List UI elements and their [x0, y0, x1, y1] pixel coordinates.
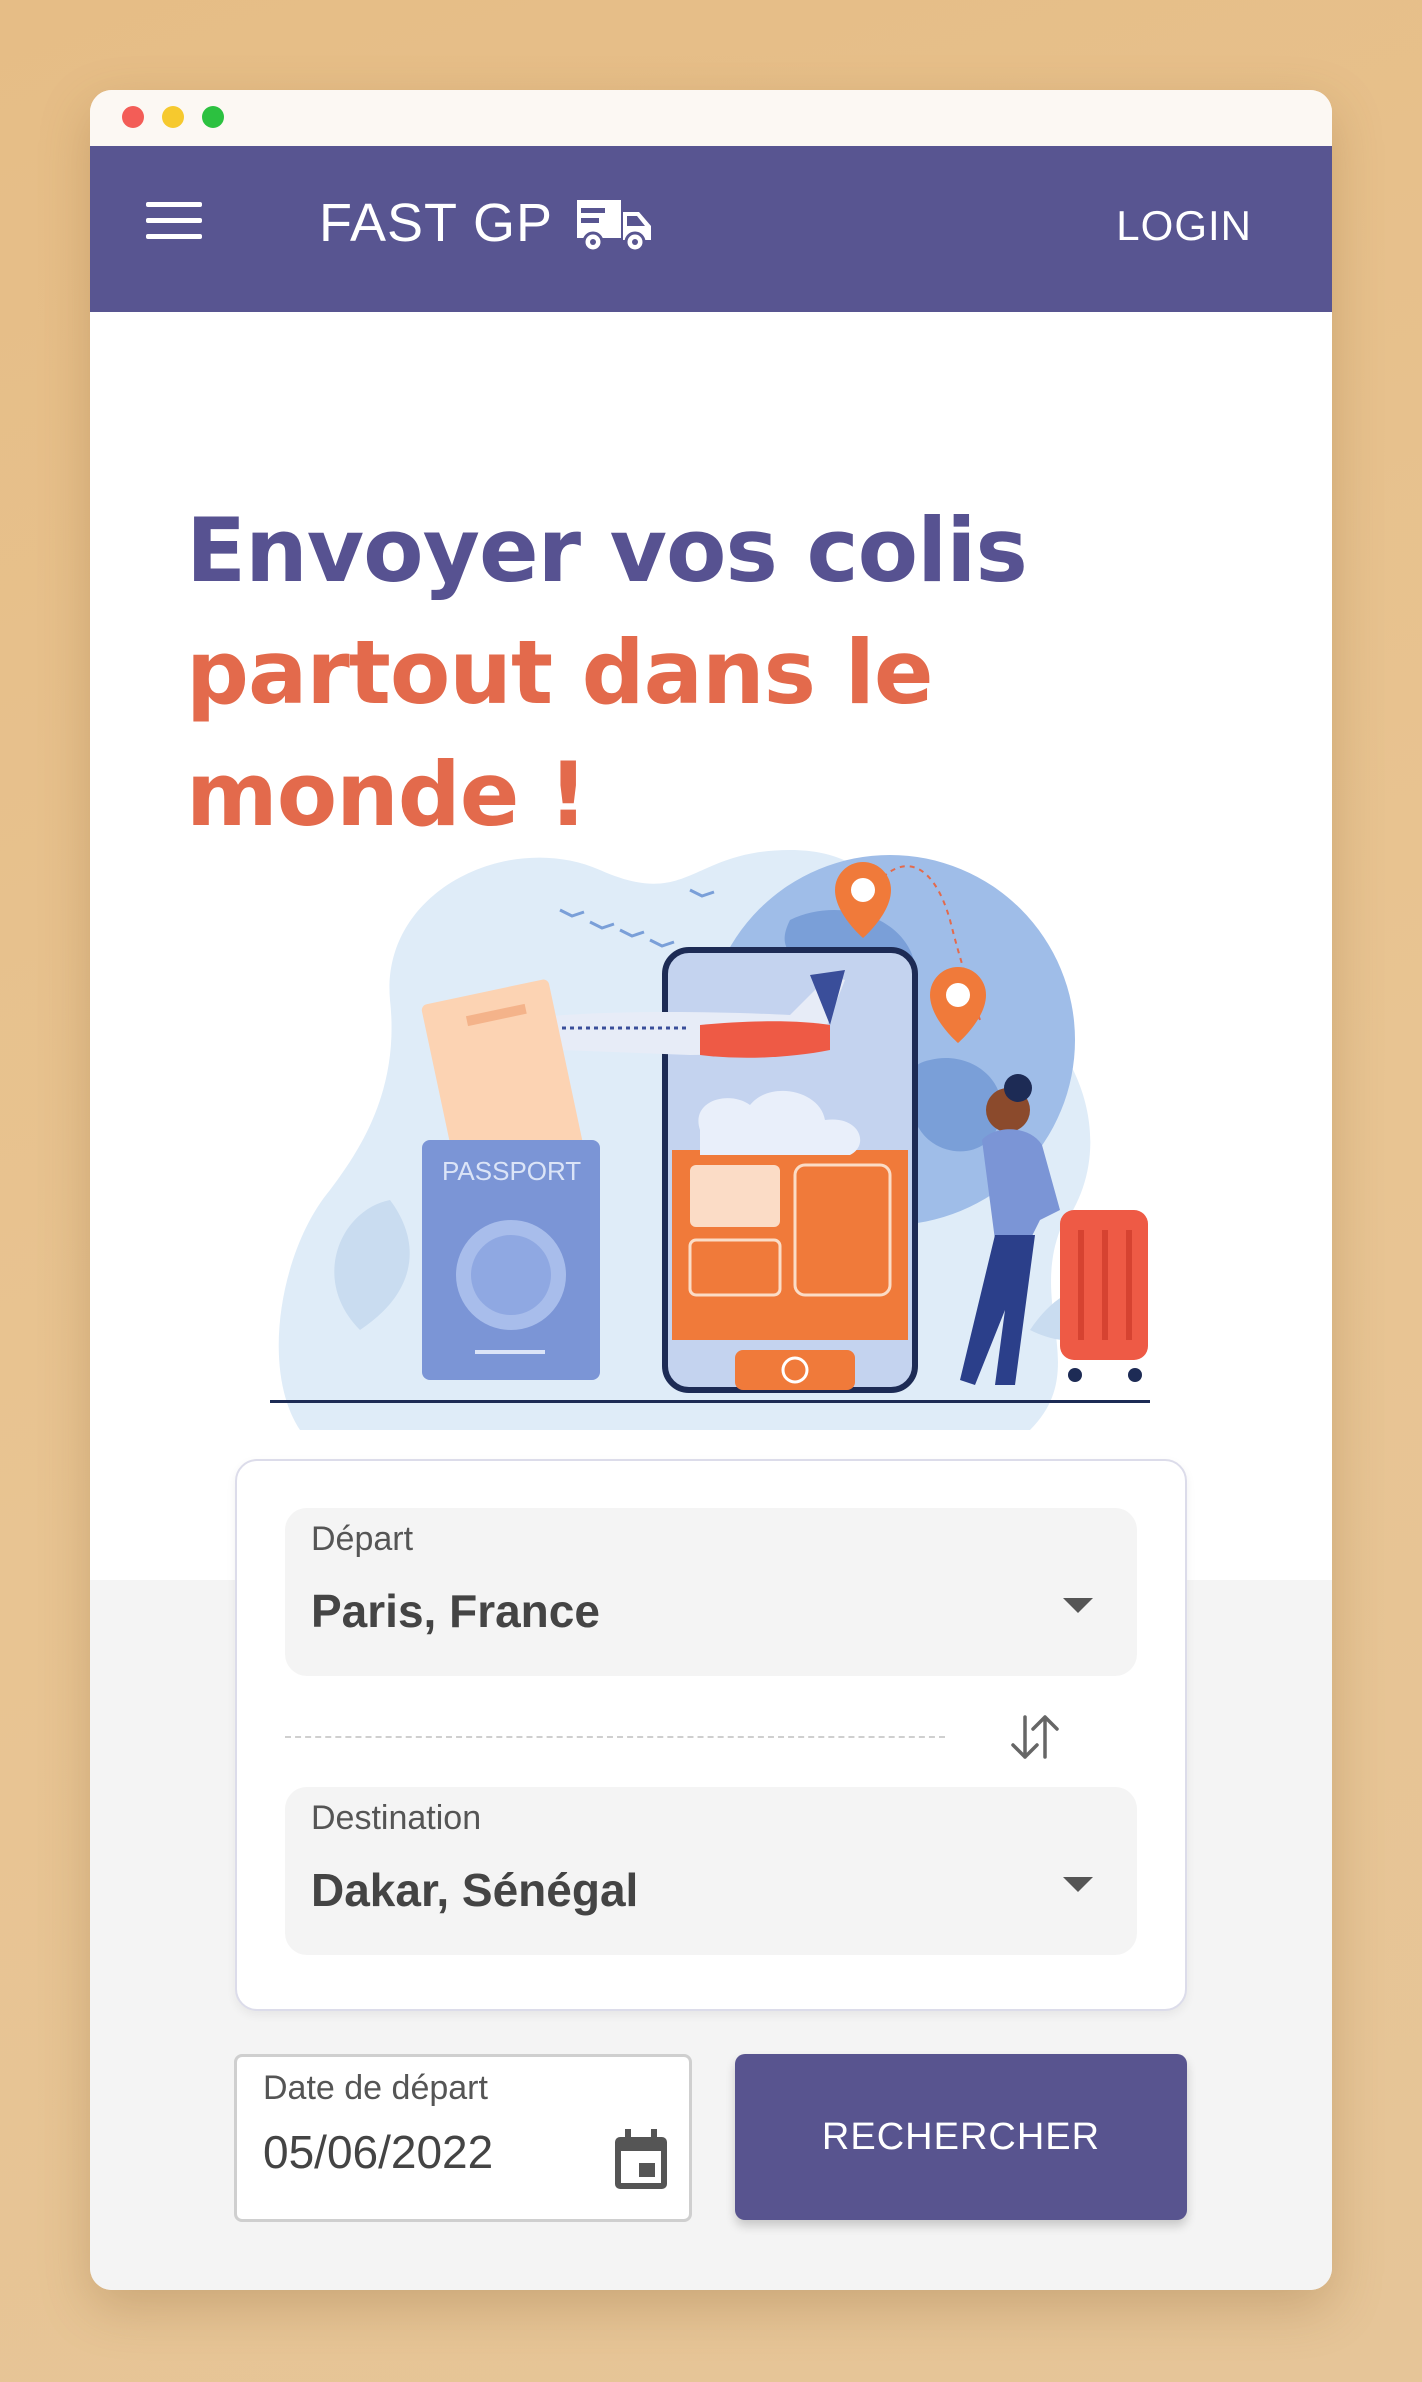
swap-icon[interactable]: [1007, 1711, 1063, 1763]
hero-title-line2: partout dans le: [186, 621, 934, 724]
chevron-down-icon: [1063, 1598, 1093, 1613]
destination-label: Destination: [311, 1799, 482, 1837]
departure-label: Départ: [311, 1520, 414, 1558]
form-divider: [285, 1736, 945, 1738]
destination-value: Dakar, Sénégal: [311, 1864, 639, 1916]
date-value: 05/06/2022: [263, 2126, 494, 2178]
route-form: Départ Paris, France Destination Dakar, …: [235, 1459, 1187, 2011]
departure-value: Paris, France: [311, 1585, 600, 1637]
truck-icon: [577, 200, 652, 253]
close-window-button[interactable]: [122, 106, 144, 128]
app-bar: FAST GP LOGIN: [90, 146, 1332, 312]
login-button[interactable]: LOGIN: [1116, 202, 1252, 250]
hero-title: Envoyer vos colis partout dans le monde …: [186, 490, 1086, 856]
passport-label: PASSPORT: [442, 1156, 581, 1186]
departure-select[interactable]: Départ Paris, France: [285, 1508, 1137, 1676]
departure-date-field[interactable]: Date de départ 05/06/2022: [234, 2054, 692, 2222]
brand-name: FAST GP: [319, 193, 554, 253]
menu-icon[interactable]: [146, 202, 202, 240]
brand-logo[interactable]: FAST GP: [319, 192, 653, 254]
search-button[interactable]: RECHERCHER: [735, 2054, 1187, 2220]
minimize-window-button[interactable]: [162, 106, 184, 128]
travel-illustration: PASSPORT: [270, 850, 1150, 1430]
maximize-window-button[interactable]: [202, 106, 224, 128]
date-label: Date de départ: [263, 2069, 488, 2107]
calendar-icon[interactable]: [611, 2127, 671, 2191]
app-window: FAST GP LOGIN Envoyer vos colis partout …: [90, 90, 1332, 2290]
hero-title-line1: Envoyer vos colis: [186, 499, 1028, 602]
chevron-down-icon: [1063, 1877, 1093, 1892]
window-titlebar: [90, 90, 1332, 146]
destination-select[interactable]: Destination Dakar, Sénégal: [285, 1787, 1137, 1955]
